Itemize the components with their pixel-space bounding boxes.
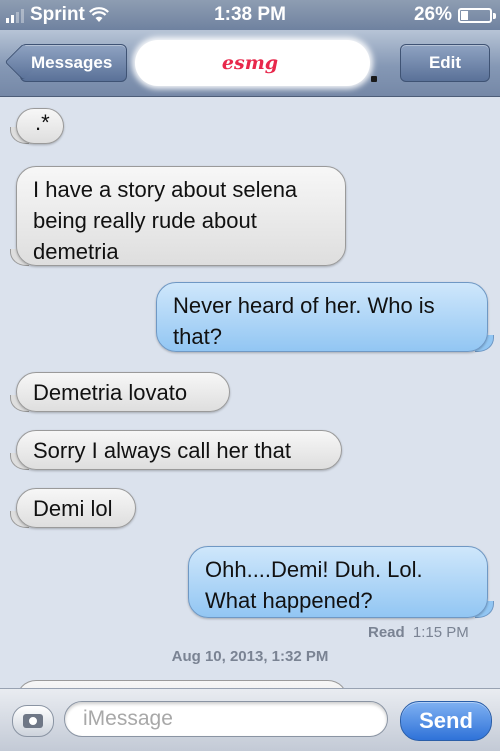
battery-group: 26% — [413, 4, 496, 26]
message-text: .* — [35, 110, 50, 135]
battery-fill — [461, 10, 468, 20]
message-text: Ohh....Demi! Duh. Lol. What happened? — [205, 557, 423, 613]
battery-percent: 26% — [413, 4, 452, 25]
message-bubble-incoming: Demetria lovato — [10, 372, 230, 412]
read-time: 1:15 PM — [412, 624, 469, 641]
read-receipt: Read 1:15 PM — [368, 624, 469, 641]
read-label: Read — [368, 624, 405, 641]
camera-button[interactable] — [12, 705, 54, 737]
status-bar: Sprint 1:38 PM 26% — [0, 0, 500, 30]
send-button[interactable]: Send — [400, 701, 492, 741]
message-bubble-incoming: .* — [10, 108, 64, 144]
message-text: Demetria lovato — [33, 380, 188, 405]
message-text: I have a story about selena being really… — [33, 177, 298, 264]
input-bar: Send — [0, 688, 500, 751]
imessage-input[interactable] — [64, 701, 388, 737]
camera-icon — [23, 714, 43, 728]
message-text: Demi lol — [33, 496, 113, 521]
message-bubble-incoming: Sorry I always call her that — [10, 430, 342, 470]
message-bubble-incoming: I have a story about selena being really… — [10, 166, 346, 266]
nav-bar: Messages esmg Edit — [0, 30, 500, 97]
conversation-timestamp: Aug 10, 2013, 1:32 PM — [171, 648, 329, 665]
edit-button[interactable]: Edit — [400, 44, 490, 82]
message-bubble-outgoing: Never heard of her. Who is that? — [156, 282, 494, 352]
battery-icon — [458, 7, 496, 23]
message-text: Never heard of her. Who is that? — [173, 293, 435, 349]
title-dot — [371, 76, 377, 82]
message-bubble-incoming: Demi lol — [10, 488, 136, 528]
message-text: Sorry I always call her that — [33, 438, 291, 463]
message-bubble-outgoing: Ohh....Demi! Duh. Lol. What happened? — [188, 546, 494, 618]
